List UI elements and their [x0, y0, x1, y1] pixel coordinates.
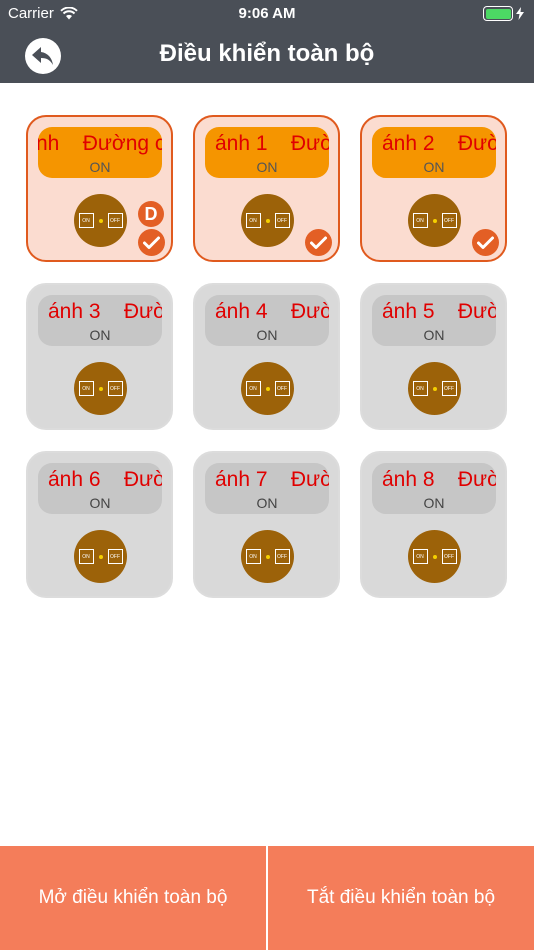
- device-state: ON: [423, 159, 445, 175]
- charging-icon: [516, 7, 524, 20]
- switch-icon[interactable]: ON OFF: [408, 194, 461, 247]
- switch-off-label: OFF: [107, 381, 123, 396]
- status-bar: Carrier 9:06 AM: [0, 0, 534, 28]
- switch-on-label: ON: [412, 381, 428, 396]
- device-state: ON: [89, 495, 111, 511]
- switch-dot: [98, 386, 103, 391]
- switch-off-label: OFF: [274, 213, 290, 228]
- default-badge: D: [138, 201, 164, 227]
- bottom-action-bar: Mở điều khiển toàn bộ Tắt điều khiển toà…: [0, 846, 534, 950]
- device-name: ánh 5 Đườn: [382, 300, 496, 323]
- checkmark-icon: [472, 229, 499, 256]
- device-state: ON: [423, 495, 445, 511]
- switch-icon[interactable]: ON OFF: [74, 362, 127, 415]
- switch-off-label: OFF: [274, 549, 290, 564]
- switch-on-label: ON: [245, 213, 261, 228]
- switch-icon[interactable]: ON OFF: [74, 530, 127, 583]
- device-label-bar: ánh 2 Đườn ON: [372, 127, 496, 178]
- switch-off-label: OFF: [441, 213, 457, 228]
- switch-icon[interactable]: ON OFF: [241, 362, 294, 415]
- device-cell[interactable]: ánh 8 Đườn ON ON OFF: [360, 451, 507, 598]
- switch-on-label: ON: [78, 549, 94, 564]
- device-name: ánh 4 Đườn: [215, 300, 329, 323]
- switch-on-label: ON: [412, 213, 428, 228]
- switch-dot: [265, 218, 270, 223]
- open-all-button[interactable]: Mở điều khiển toàn bộ: [0, 846, 266, 950]
- switch-on-label: ON: [78, 381, 94, 396]
- device-state: ON: [256, 495, 278, 511]
- checkmark-icon: [138, 229, 165, 256]
- switch-dot: [98, 218, 103, 223]
- switch-on-label: ON: [412, 549, 428, 564]
- device-label-bar: ánh 5 Đườn ON: [372, 295, 496, 346]
- switch-dot: [265, 386, 270, 391]
- device-cell[interactable]: ánh 6 Đườn ON ON OFF: [26, 451, 173, 598]
- nav-bar: Điều khiển toàn bộ: [0, 28, 534, 83]
- checkmark-icon: [305, 229, 332, 256]
- switch-dot: [265, 554, 270, 559]
- page-title: Điều khiển toàn bộ: [159, 40, 375, 67]
- battery-indicator: [483, 6, 524, 21]
- device-name: ánh 7 Đườn: [215, 468, 329, 491]
- switch-off-label: OFF: [441, 381, 457, 396]
- switch-off-label: OFF: [107, 549, 123, 564]
- switch-on-label: ON: [245, 381, 261, 396]
- switch-on-label: ON: [245, 549, 261, 564]
- device-label-bar: ánh 6 Đườn ON: [38, 463, 162, 514]
- switch-dot: [432, 554, 437, 559]
- device-label-bar: ánh 8 Đườn ON: [372, 463, 496, 514]
- switch-dot: [98, 554, 103, 559]
- switch-off-label: OFF: [274, 381, 290, 396]
- device-cell[interactable]: nh Đường c ON ON OFF D: [26, 115, 173, 262]
- device-name: ánh 8 Đườn: [382, 468, 496, 491]
- device-state: ON: [256, 327, 278, 343]
- device-label-bar: ánh 7 Đườn ON: [205, 463, 329, 514]
- device-name: ánh 6 Đườn: [48, 468, 162, 491]
- device-cell[interactable]: ánh 3 Đườn ON ON OFF: [26, 283, 173, 430]
- switch-icon[interactable]: ON OFF: [408, 530, 461, 583]
- device-label-bar: ánh 1 Đường ON: [205, 127, 329, 178]
- device-cell[interactable]: ánh 2 Đườn ON ON OFF: [360, 115, 507, 262]
- battery-icon: [483, 6, 513, 21]
- device-cell[interactable]: ánh 5 Đườn ON ON OFF: [360, 283, 507, 430]
- device-state: ON: [89, 327, 111, 343]
- switch-icon[interactable]: ON OFF: [408, 362, 461, 415]
- device-label-bar: ánh 3 Đườn ON: [38, 295, 162, 346]
- switch-icon[interactable]: ON OFF: [241, 530, 294, 583]
- switch-dot: [432, 386, 437, 391]
- switch-off-label: OFF: [107, 213, 123, 228]
- device-cell[interactable]: ánh 4 Đườn ON ON OFF: [193, 283, 340, 430]
- device-name: ánh 1 Đường: [215, 132, 329, 155]
- device-name: ánh 2 Đườn: [382, 132, 496, 155]
- switch-dot: [432, 218, 437, 223]
- close-all-button[interactable]: Tắt điều khiển toàn bộ: [266, 846, 534, 950]
- device-state: ON: [256, 159, 278, 175]
- device-cell[interactable]: ánh 1 Đường ON ON OFF: [193, 115, 340, 262]
- device-cell[interactable]: ánh 7 Đườn ON ON OFF: [193, 451, 340, 598]
- switch-icon[interactable]: ON OFF: [241, 194, 294, 247]
- device-state: ON: [423, 327, 445, 343]
- device-name: nh Đường c: [38, 132, 162, 155]
- device-name: ánh 3 Đườn: [48, 300, 162, 323]
- device-state: ON: [89, 159, 111, 175]
- device-label-bar: ánh 4 Đườn ON: [205, 295, 329, 346]
- switch-icon[interactable]: ON OFF: [74, 194, 127, 247]
- status-time: 9:06 AM: [238, 5, 296, 22]
- switch-on-label: ON: [78, 213, 94, 228]
- device-label-bar: nh Đường c ON: [38, 127, 162, 178]
- switch-off-label: OFF: [441, 549, 457, 564]
